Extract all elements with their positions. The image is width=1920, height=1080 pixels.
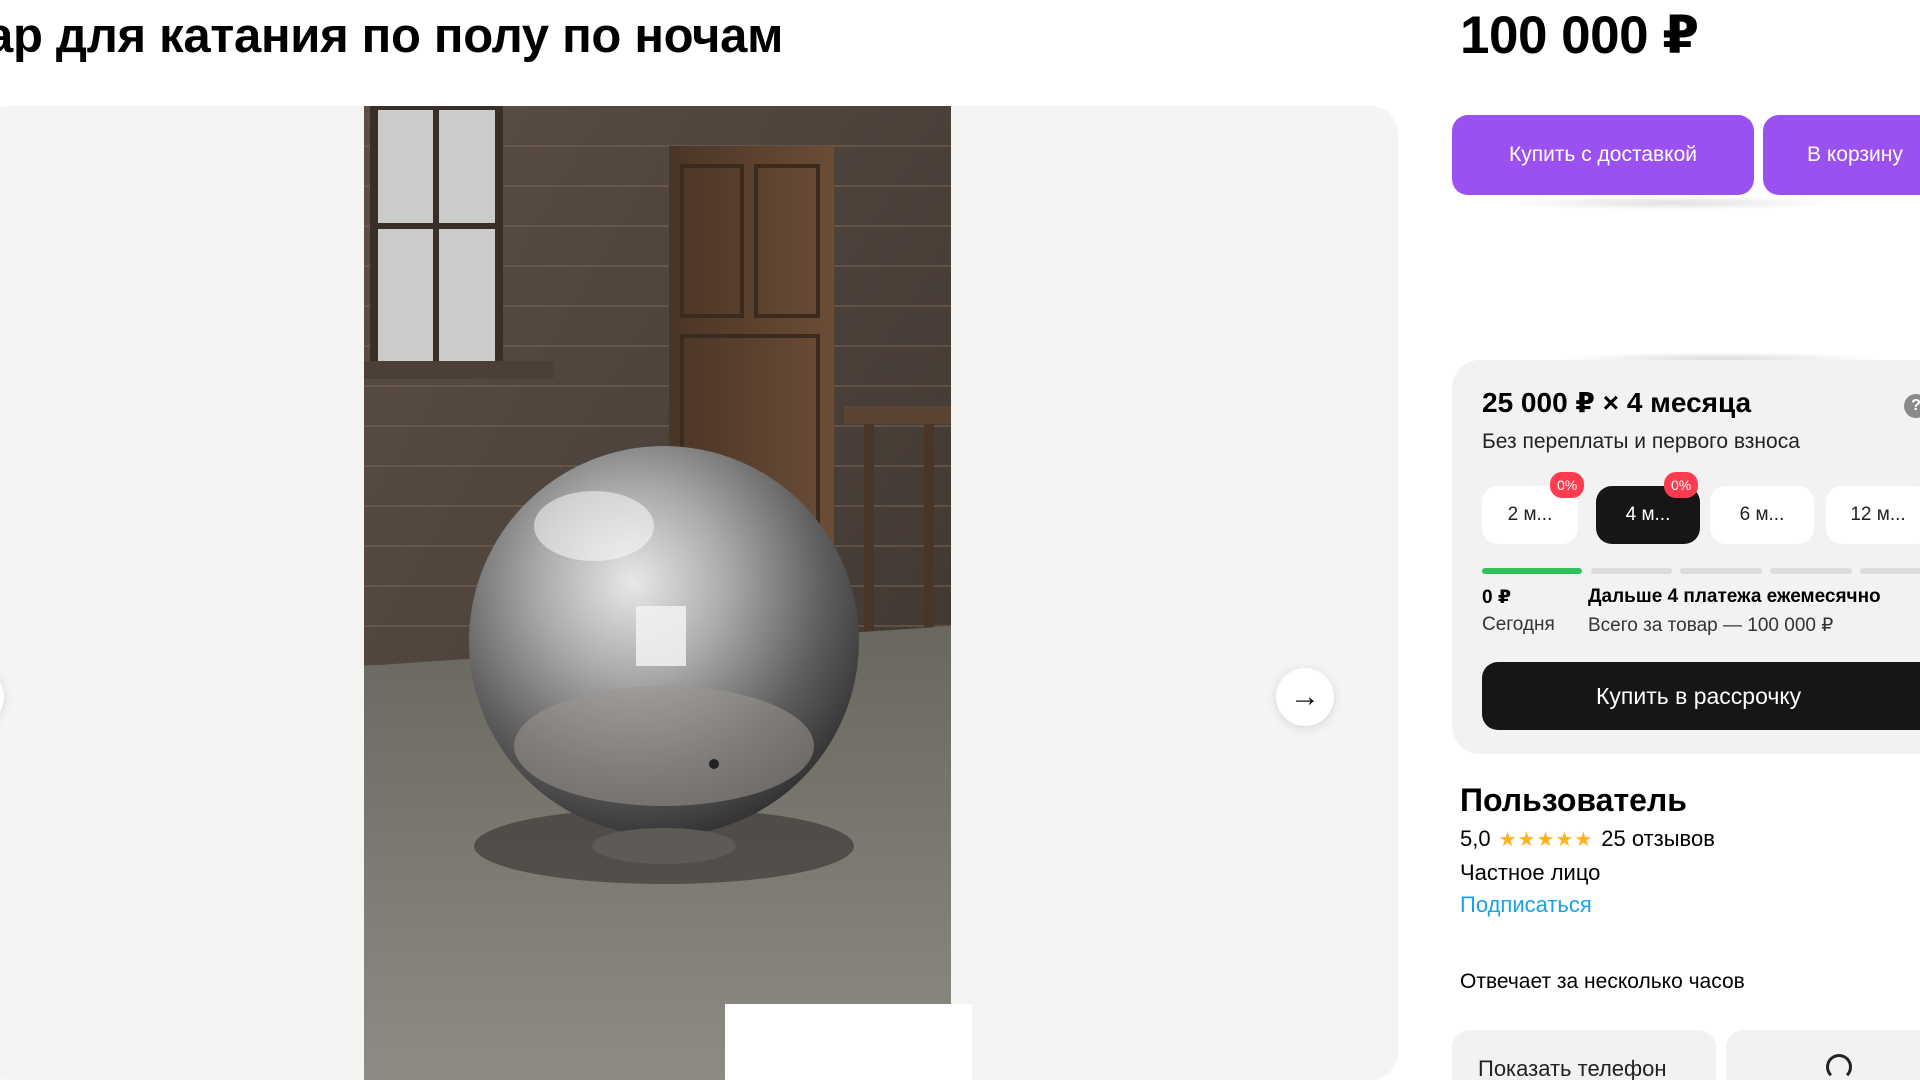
progress-segment <box>1770 568 1852 574</box>
response-time: Отвечает за несколько часов <box>1460 970 1745 993</box>
total-price: Всего за товар — 100 000 ₽ <box>1588 615 1834 636</box>
progress-segment <box>1482 568 1582 574</box>
arrow-right-icon: → <box>1290 680 1320 713</box>
today-amount: 0 ₽ <box>1482 587 1512 608</box>
show-phone-button[interactable]: Показать телефон <box>1452 1030 1716 1080</box>
installment-headline: 25 000 ₽ × 4 месяца <box>1482 387 1752 418</box>
listing-title: ар для катания по полу по ночам <box>0 9 784 63</box>
add-to-cart-button[interactable]: В корзину <box>1763 115 1920 195</box>
seller-type: Частное лицо <box>1460 860 1601 885</box>
buy-installment-button[interactable]: Купить в рассрочку <box>1482 662 1920 730</box>
today-label: Сегодня <box>1482 614 1555 635</box>
next-payments: Дальше 4 платежа ежемесячно <box>1588 586 1881 607</box>
buy-with-delivery-button[interactable]: Купить с доставкой <box>1452 115 1754 195</box>
gallery-next-button[interactable]: → <box>1276 668 1334 726</box>
product-photo[interactable] <box>364 106 951 1080</box>
white-patch <box>725 1004 972 1080</box>
seller-rating: 5,0 ★★★★★ 25 отзывов <box>1460 826 1715 852</box>
zero-percent-badge: 0% <box>1664 472 1699 498</box>
gallery-prev-button[interactable]: ← <box>0 668 4 726</box>
help-icon[interactable]: ? <box>1904 394 1920 418</box>
installment-card: 25 000 ₽ × 4 месяца ? Без переплаты и пе… <box>1452 360 1920 754</box>
button-shadow <box>1500 196 1840 210</box>
seller-name[interactable]: Пользователь <box>1460 782 1687 819</box>
progress-segment <box>1860 568 1920 574</box>
installment-subtitle: Без переплаты и первого взноса <box>1482 430 1800 453</box>
reviews-link[interactable]: 25 отзывов <box>1601 826 1715 852</box>
subscribe-link[interactable]: Подписаться <box>1460 892 1592 918</box>
listing-page: ар для катания по полу по ночам 100 000 … <box>0 0 1920 1080</box>
progress-segment <box>1680 568 1762 574</box>
term-option-6[interactable]: 6 м... <box>1710 486 1814 544</box>
listing-price: 100 000 ₽ <box>1460 6 1699 65</box>
star-rating-icon: ★★★★★ <box>1498 828 1594 851</box>
rating-value: 5,0 <box>1460 826 1491 851</box>
loading-spinner-icon <box>1826 1054 1852 1080</box>
message-button[interactable] <box>1726 1030 1920 1080</box>
term-option-12[interactable]: 12 м... <box>1826 486 1920 544</box>
photo-gallery[interactable]: ← → <box>0 106 1398 1080</box>
zero-percent-badge: 0% <box>1550 472 1585 498</box>
progress-segment <box>1591 568 1672 574</box>
